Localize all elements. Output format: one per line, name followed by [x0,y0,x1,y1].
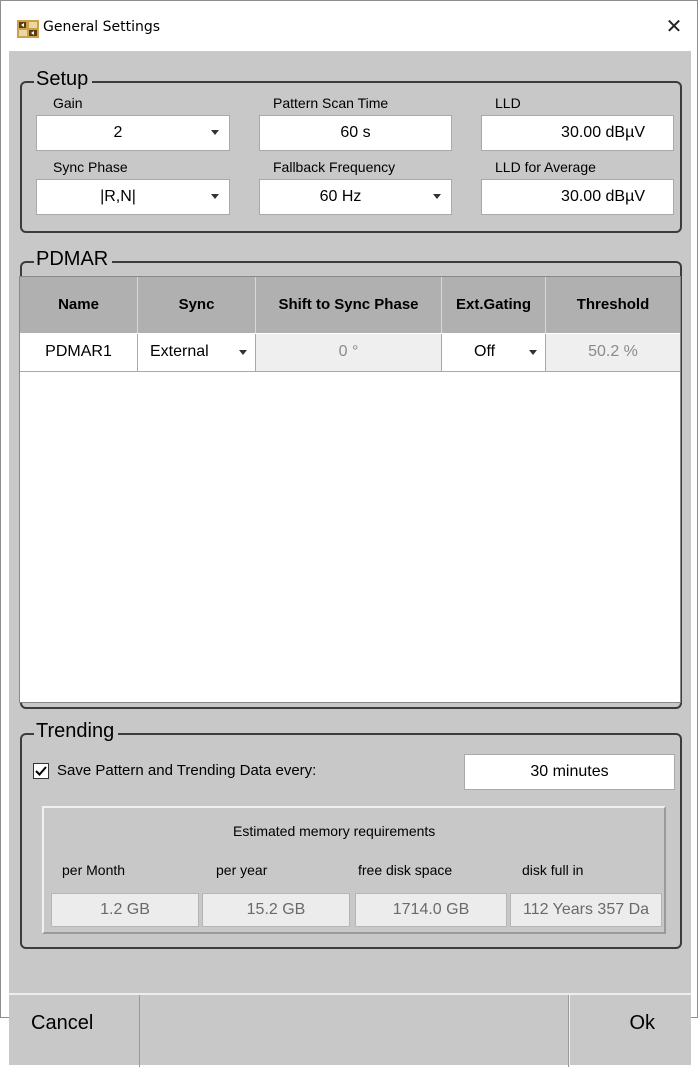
memory-title: Estimated memory requirements [233,823,436,839]
cancel-button[interactable]: Cancel [9,995,140,1067]
button-bar: Cancel Ok [9,993,691,1067]
pdmar-table: Name Sync Shift to Sync Phase Ext.Gating… [19,276,681,703]
per-year-label: per year [216,862,268,878]
per-year-value: 15.2 GB [202,893,350,927]
save-data-label: Save Pattern and Trending Data every: [57,762,317,779]
fallback-frequency-label: Fallback Frequency [273,159,396,175]
setup-group-title: Setup [34,68,93,90]
chevron-down-icon [433,194,441,199]
cell-shift: 0 ° [256,334,442,372]
title-bar: General Settings ✕ [1,1,697,51]
general-settings-window: General Settings ✕ Setup Gain 2 Pattern … [0,0,698,1067]
sync-phase-value: |R,N| [100,188,136,205]
lld-average-value: 30.00 dBµV [561,188,645,205]
free-disk-value: 1714.0 GB [355,893,507,927]
pattern-scan-time-field[interactable]: 60 s [259,115,452,151]
window-title: General Settings [43,19,161,35]
chevron-down-icon [211,130,219,135]
column-header-threshold[interactable]: Threshold [546,277,680,333]
table-header: Name Sync Shift to Sync Phase Ext.Gating… [20,277,680,333]
disk-full-value: 112 Years 357 Da [510,893,662,927]
status-area [140,995,569,1067]
disk-full-label: disk full in [522,862,584,878]
fallback-frequency-value: 60 Hz [319,188,362,205]
chevron-down-icon [211,194,219,199]
lld-average-label: LLD for Average [495,159,596,175]
cell-sync-dropdown[interactable]: External [138,334,256,372]
cell-name[interactable]: PDMAR1 [20,334,138,372]
chevron-down-icon [239,350,247,355]
lld-average-field[interactable]: 30.00 dBµV [481,179,674,215]
cell-ext-gating-value: Off [474,343,496,360]
lld-label: LLD [495,95,521,111]
checkmark-icon [35,766,47,776]
app-icon [17,20,39,38]
gain-label: Gain [53,95,83,111]
lld-value: 30.00 dBµV [561,124,645,141]
gain-value: 2 [113,124,123,141]
chevron-down-icon [529,350,537,355]
ok-button[interactable]: Ok [569,995,691,1067]
fallback-frequency-dropdown[interactable]: 60 Hz [259,179,452,215]
per-month-label: per Month [62,862,126,878]
interval-value: 30 minutes [530,763,609,780]
save-data-checkbox[interactable] [33,763,49,779]
column-header-ext-gating[interactable]: Ext.Gating [442,277,546,333]
per-month-value: 1.2 GB [51,893,199,927]
pattern-scan-time-value: 60 s [340,124,371,141]
ok-button-label: Ok [629,1012,655,1034]
interval-field[interactable]: 30 minutes [464,754,675,790]
cell-ext-gating-dropdown[interactable]: Off [442,334,546,372]
pdmar-group-title: PDMAR [34,248,113,270]
cell-sync-value: External [150,343,209,360]
sync-phase-dropdown[interactable]: |R,N| [36,179,230,215]
free-disk-label: free disk space [358,862,453,878]
column-header-sync[interactable]: Sync [138,277,256,333]
dialog-body: Setup Gain 2 Pattern Scan Time 60 s LLD … [9,51,691,1067]
trending-group-title: Trending [34,720,119,742]
close-button[interactable]: ✕ [651,1,697,51]
column-header-shift[interactable]: Shift to Sync Phase [256,277,442,333]
close-icon: ✕ [665,14,683,38]
pattern-scan-time-label: Pattern Scan Time [273,95,389,111]
lld-field[interactable]: 30.00 dBµV [481,115,674,151]
sync-phase-label: Sync Phase [53,159,128,175]
table-row[interactable]: PDMAR1 External 0 ° Off 50.2 % [20,334,680,372]
gain-dropdown[interactable]: 2 [36,115,230,151]
column-header-name[interactable]: Name [20,277,138,333]
cancel-button-label: Cancel [31,1012,94,1034]
cell-threshold: 50.2 % [546,334,680,372]
